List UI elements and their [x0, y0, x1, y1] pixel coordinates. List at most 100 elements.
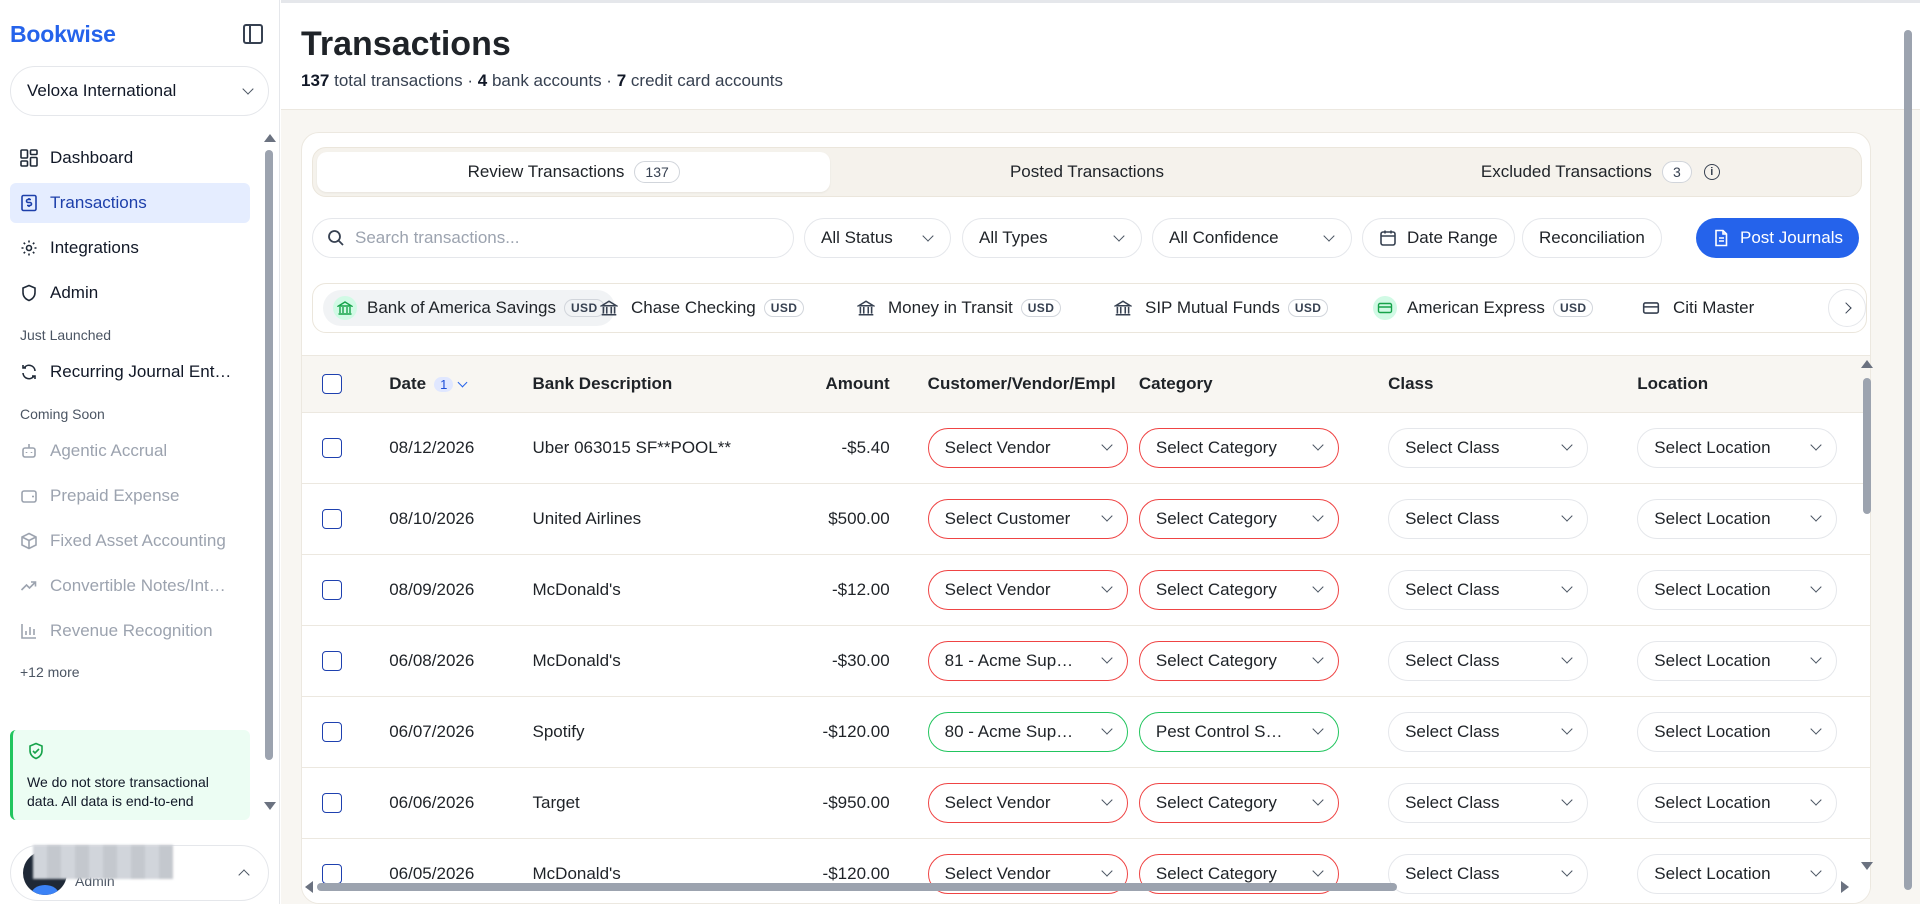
class-select[interactable]: Select Class: [1388, 498, 1589, 539]
table-horizontal-scrollbar[interactable]: [305, 880, 1855, 894]
table-row: 08/10/2026 United Airlines $500.00 Selec…: [302, 482, 1870, 554]
location-select[interactable]: Select Location: [1637, 427, 1838, 468]
scroll-down-arrow-icon[interactable]: [1861, 862, 1873, 870]
page-scrollbar[interactable]: [1902, 20, 1914, 900]
row-date: 06/06/2026: [389, 766, 533, 838]
location-select[interactable]: Select Location: [1637, 569, 1838, 610]
row-checkbox[interactable]: [322, 721, 342, 742]
scroll-left-arrow-icon[interactable]: [305, 881, 313, 893]
account-chip-money-in-transit[interactable]: Money in Transit USD: [844, 290, 1071, 326]
row-date: 08/12/2026: [389, 411, 533, 483]
scrollbar-thumb[interactable]: [265, 150, 273, 760]
scrollbar-thumb[interactable]: [1904, 30, 1912, 890]
vendor-select[interactable]: 81 - Acme Sup…: [927, 640, 1128, 681]
row-checkbox[interactable]: [322, 792, 342, 813]
status-filter[interactable]: All Status: [804, 218, 951, 258]
select-all-checkbox[interactable]: [322, 374, 342, 394]
sidebar-toggle-icon[interactable]: [243, 24, 263, 44]
chevron-down-icon: [1810, 581, 1822, 593]
sidebar-item-label: Integrations: [50, 238, 139, 257]
category-select[interactable]: Select Category: [1138, 498, 1339, 539]
tab-review[interactable]: Review Transactions 137: [317, 152, 831, 192]
chevron-down-icon: [1101, 652, 1113, 664]
post-journals-button[interactable]: Post Journals: [1696, 218, 1859, 258]
col-date-header[interactable]: Date 1: [389, 356, 532, 412]
vendor-select[interactable]: Select Vendor: [927, 427, 1128, 468]
scroll-down-arrow-icon[interactable]: [264, 802, 276, 810]
scrollbar-thumb[interactable]: [1863, 378, 1871, 514]
customer-select[interactable]: Select Customer: [927, 498, 1128, 539]
account-name: Citi Master: [1673, 298, 1755, 317]
class-select[interactable]: Select Class: [1388, 711, 1589, 752]
type-filter-label: All Types: [979, 228, 1048, 247]
brand-row: Bookwise: [10, 20, 265, 48]
category-select[interactable]: Pest Control S…: [1138, 711, 1339, 752]
currency-badge: USD: [1552, 299, 1594, 317]
vendor-select[interactable]: 80 - Acme Sup…: [927, 711, 1128, 752]
scrollbar-thumb[interactable]: [317, 883, 1397, 891]
sidebar-item-recurring-journal[interactable]: Recurring Journal Ent…: [10, 352, 250, 392]
account-chip-sip-mutual-funds[interactable]: SIP Mutual Funds USD: [1101, 290, 1338, 326]
row-checkbox[interactable]: [322, 508, 342, 529]
page-subtitle: 137 total transactions · 4 bank accounts…: [301, 71, 783, 91]
account-chip-chase[interactable]: Chase Checking USD: [587, 290, 814, 326]
class-select[interactable]: Select Class: [1388, 640, 1589, 681]
scroll-up-arrow-icon[interactable]: [264, 134, 276, 142]
row-checkbox[interactable]: [322, 437, 342, 458]
location-select[interactable]: Select Location: [1637, 782, 1838, 823]
sidebar-item-integrations[interactable]: Integrations: [10, 228, 250, 268]
category-select[interactable]: Select Category: [1138, 569, 1339, 610]
sidebar-item-admin[interactable]: Admin: [10, 273, 250, 313]
class-select[interactable]: Select Class: [1388, 569, 1589, 610]
info-icon[interactable]: i: [1703, 164, 1720, 180]
class-select[interactable]: Select Class: [1388, 427, 1589, 468]
type-filter[interactable]: All Types: [962, 218, 1142, 258]
search-input[interactable]: [355, 228, 755, 248]
location-select-value: Select Location: [1654, 721, 1771, 741]
bank-icon: [1111, 296, 1135, 320]
scroll-up-arrow-icon[interactable]: [1861, 360, 1873, 368]
sidebar-item-transactions[interactable]: Transactions: [10, 183, 250, 223]
vendor-select-value: 80 - Acme Sup…: [944, 721, 1074, 741]
account-chip-citi[interactable]: Citi Master: [1629, 290, 1764, 326]
date-range-label: Date Range: [1407, 228, 1498, 247]
user-menu[interactable]: Admin: [10, 845, 269, 901]
table-row: 06/06/2026 Target -$950.00 Select Vendor…: [302, 766, 1870, 838]
confidence-filter[interactable]: All Confidence: [1152, 218, 1352, 258]
category-select[interactable]: Select Category: [1138, 782, 1339, 823]
org-selector[interactable]: Veloxa International: [10, 66, 269, 116]
chevron-down-icon: [1323, 229, 1335, 242]
more-features-link[interactable]: +12 more: [10, 656, 250, 688]
col-desc-header: Bank Description: [532, 373, 673, 393]
tab-posted[interactable]: Posted Transactions: [830, 152, 1343, 192]
row-checkbox[interactable]: [322, 650, 342, 671]
category-select[interactable]: Select Category: [1138, 640, 1339, 681]
sidebar-scrollbar[interactable]: [264, 130, 276, 810]
tab-excluded[interactable]: Excluded Transactions 3 i: [1344, 152, 1857, 192]
location-select[interactable]: Select Location: [1637, 498, 1838, 539]
class-select[interactable]: Select Class: [1388, 782, 1589, 823]
accounts-next-button[interactable]: [1828, 289, 1866, 327]
chevron-right-icon: [1839, 302, 1852, 314]
scroll-right-arrow-icon[interactable]: [1841, 881, 1849, 893]
chevron-down-icon: [1312, 510, 1324, 522]
date-range-button[interactable]: Date Range: [1362, 218, 1515, 258]
search-box[interactable]: [312, 218, 794, 258]
category-select-value: Select Category: [1155, 792, 1277, 812]
sidebar-item-dashboard[interactable]: Dashboard: [10, 138, 250, 178]
location-select[interactable]: Select Location: [1637, 711, 1838, 752]
sidebar-item-label: Admin: [50, 283, 99, 302]
brand-logo[interactable]: Bookwise: [10, 21, 116, 48]
chevron-down-icon: [1810, 794, 1822, 806]
category-select[interactable]: Select Category: [1138, 427, 1339, 468]
vendor-select[interactable]: Select Vendor: [927, 782, 1128, 823]
reconciliation-button[interactable]: Reconciliation: [1522, 218, 1662, 258]
account-chip-amex[interactable]: American Express USD: [1363, 290, 1603, 326]
chevron-down-icon: [1810, 723, 1822, 735]
row-date: 08/09/2026: [389, 553, 533, 625]
account-chip-boa[interactable]: Bank of America Savings USD: [323, 290, 615, 326]
row-checkbox[interactable]: [322, 579, 342, 600]
location-select[interactable]: Select Location: [1637, 640, 1838, 681]
table-vertical-scrollbar[interactable]: [1860, 360, 1874, 878]
vendor-select[interactable]: Select Vendor: [927, 569, 1128, 610]
